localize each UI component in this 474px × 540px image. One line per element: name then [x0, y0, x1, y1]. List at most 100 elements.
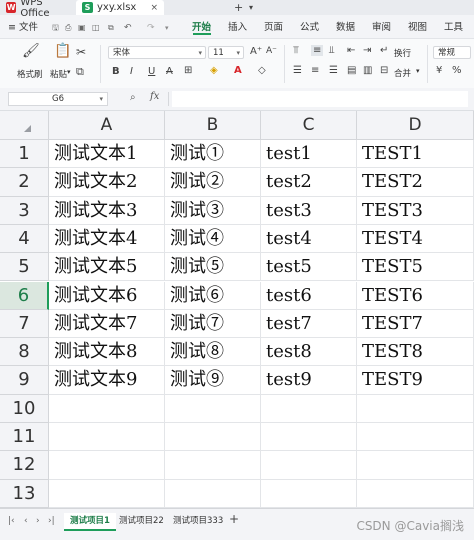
sheet-tab[interactable]: 测试项目22 [113, 513, 170, 529]
paste-dropdown-icon[interactable]: ▾ [67, 68, 71, 76]
column-header[interactable]: A [49, 111, 165, 140]
row-header[interactable]: 13 [0, 479, 49, 508]
row-header[interactable]: 1 [0, 140, 49, 169]
row-header[interactable]: 9 [0, 366, 49, 395]
menu-tab-data[interactable]: 数据 [336, 21, 355, 35]
quick-print-icon[interactable]: ⎙ [65, 21, 71, 35]
underline-button[interactable]: U [148, 66, 155, 77]
file-tab[interactable]: S yxy.xlsx × [76, 0, 164, 15]
fx-icon[interactable]: fx [150, 91, 159, 102]
cell[interactable] [49, 479, 165, 508]
indent-decrease-icon[interactable]: ⇤ [347, 45, 355, 56]
cell[interactable]: 测试文本5 [49, 253, 165, 282]
currency-icon[interactable]: ¥ [436, 65, 442, 76]
row-header[interactable]: 12 [0, 451, 49, 480]
wrap-text-icon[interactable]: ↵ [380, 45, 388, 56]
app-tab[interactable]: W WPS Office [0, 0, 72, 19]
cell[interactable]: 测试文本9 [49, 366, 165, 395]
font-size-select[interactable]: 11 ▾ [208, 46, 244, 59]
border-icon[interactable]: ⊞ [184, 65, 192, 76]
cell[interactable]: TEST3 [357, 196, 474, 225]
merge-button[interactable]: 合并 [394, 67, 411, 79]
cell[interactable]: 测试⑥ [165, 281, 261, 310]
bold-button[interactable]: B [112, 66, 120, 77]
cell[interactable]: test5 [261, 253, 357, 282]
cell[interactable] [357, 394, 474, 423]
cell[interactable] [261, 451, 357, 480]
cell[interactable]: test8 [261, 338, 357, 367]
cell[interactable]: 测试文本4 [49, 224, 165, 254]
cell[interactable]: TEST9 [357, 366, 474, 395]
cell[interactable]: 测试④ [165, 224, 261, 254]
strikethrough-button[interactable]: A [166, 66, 173, 77]
align-top-icon[interactable]: ⫪ [293, 45, 299, 56]
italic-button[interactable]: I [130, 66, 133, 77]
sheet-tab[interactable]: 测试项目333 [167, 513, 229, 529]
cell[interactable] [261, 479, 357, 508]
paste-icon[interactable]: 📋 [54, 43, 71, 59]
row-header[interactable]: 4 [0, 224, 49, 254]
cell[interactable] [165, 423, 261, 452]
cell[interactable] [165, 451, 261, 480]
close-tab-icon[interactable]: × [150, 3, 158, 13]
menu-tab-view[interactable]: 视图 [408, 21, 427, 35]
cell[interactable] [165, 394, 261, 423]
column-header[interactable]: C [261, 111, 357, 140]
cell[interactable]: 测试文本8 [49, 338, 165, 367]
cell[interactable] [357, 451, 474, 480]
cell[interactable]: 测试⑤ [165, 253, 261, 282]
select-all-corner[interactable] [0, 111, 49, 140]
file-menu[interactable]: ≡ 文件 [8, 21, 38, 35]
formula-input[interactable] [172, 91, 468, 107]
cell[interactable]: 测试文本2 [49, 168, 165, 197]
increase-font-icon[interactable]: A⁺ [250, 46, 262, 57]
align-center-icon[interactable]: ≡ [311, 65, 319, 76]
cell[interactable]: 测试③ [165, 196, 261, 225]
cell[interactable] [49, 451, 165, 480]
cell[interactable]: test4 [261, 224, 357, 254]
add-sheet-button[interactable]: + [229, 512, 239, 526]
justify-icon[interactable]: ▤ [347, 65, 356, 76]
cell[interactable] [261, 423, 357, 452]
cell[interactable]: test6 [261, 281, 357, 310]
cell[interactable]: TEST2 [357, 168, 474, 197]
align-middle-icon[interactable]: ≡ [311, 45, 324, 56]
cell[interactable]: test7 [261, 309, 357, 339]
cell[interactable]: 测试⑨ [165, 366, 261, 395]
cell[interactable]: test2 [261, 168, 357, 197]
menu-tab-tools[interactable]: 工具 [444, 21, 463, 35]
sheet-tab[interactable]: 测试项目1 [64, 513, 116, 531]
tab-list-dropdown-icon[interactable]: ▾ [249, 0, 253, 15]
next-sheet-icon[interactable]: › [36, 516, 40, 526]
row-header[interactable]: 6 [0, 281, 49, 310]
redo-icon[interactable]: ↷ [147, 21, 155, 35]
font-name-select[interactable]: 宋体 ▾ [108, 46, 206, 59]
undo-icon[interactable]: ↶ [124, 21, 132, 35]
cell[interactable]: TEST1 [357, 140, 474, 169]
cell[interactable]: TEST5 [357, 253, 474, 282]
new-tab-button[interactable]: + [234, 0, 243, 15]
font-color-icon[interactable]: A [234, 65, 242, 76]
quick-access-dropdown-icon[interactable]: ▾ [165, 21, 169, 35]
prev-sheet-icon[interactable]: ‹ [24, 516, 28, 526]
quick-preview-icon[interactable]: ▣ [78, 21, 86, 35]
cell[interactable] [261, 394, 357, 423]
quick-save-icon[interactable]: 🖫 [52, 21, 59, 35]
wrap-text-button[interactable]: 换行 [394, 47, 411, 59]
last-sheet-icon[interactable]: ›| [48, 516, 55, 526]
indent-increase-icon[interactable]: ⇥ [363, 45, 371, 56]
cell[interactable]: TEST6 [357, 281, 474, 310]
decrease-font-icon[interactable]: A⁻ [266, 46, 277, 56]
cell[interactable]: TEST4 [357, 224, 474, 254]
first-sheet-icon[interactable]: |‹ [8, 516, 15, 526]
quick-export-icon[interactable]: ◫ [92, 21, 100, 35]
clear-format-icon[interactable]: ◇ [258, 65, 266, 76]
name-box[interactable]: G6 ▾ [8, 92, 108, 106]
cell[interactable]: 测试⑦ [165, 309, 261, 339]
menu-tab-review[interactable]: 审阅 [372, 21, 391, 35]
menu-tab-insert[interactable]: 插入 [228, 21, 247, 35]
align-right-icon[interactable]: ☰ [329, 65, 338, 76]
distribute-icon[interactable]: ▥ [363, 65, 372, 76]
cell[interactable]: test9 [261, 366, 357, 395]
align-bottom-icon[interactable]: ⫫ [329, 45, 335, 56]
